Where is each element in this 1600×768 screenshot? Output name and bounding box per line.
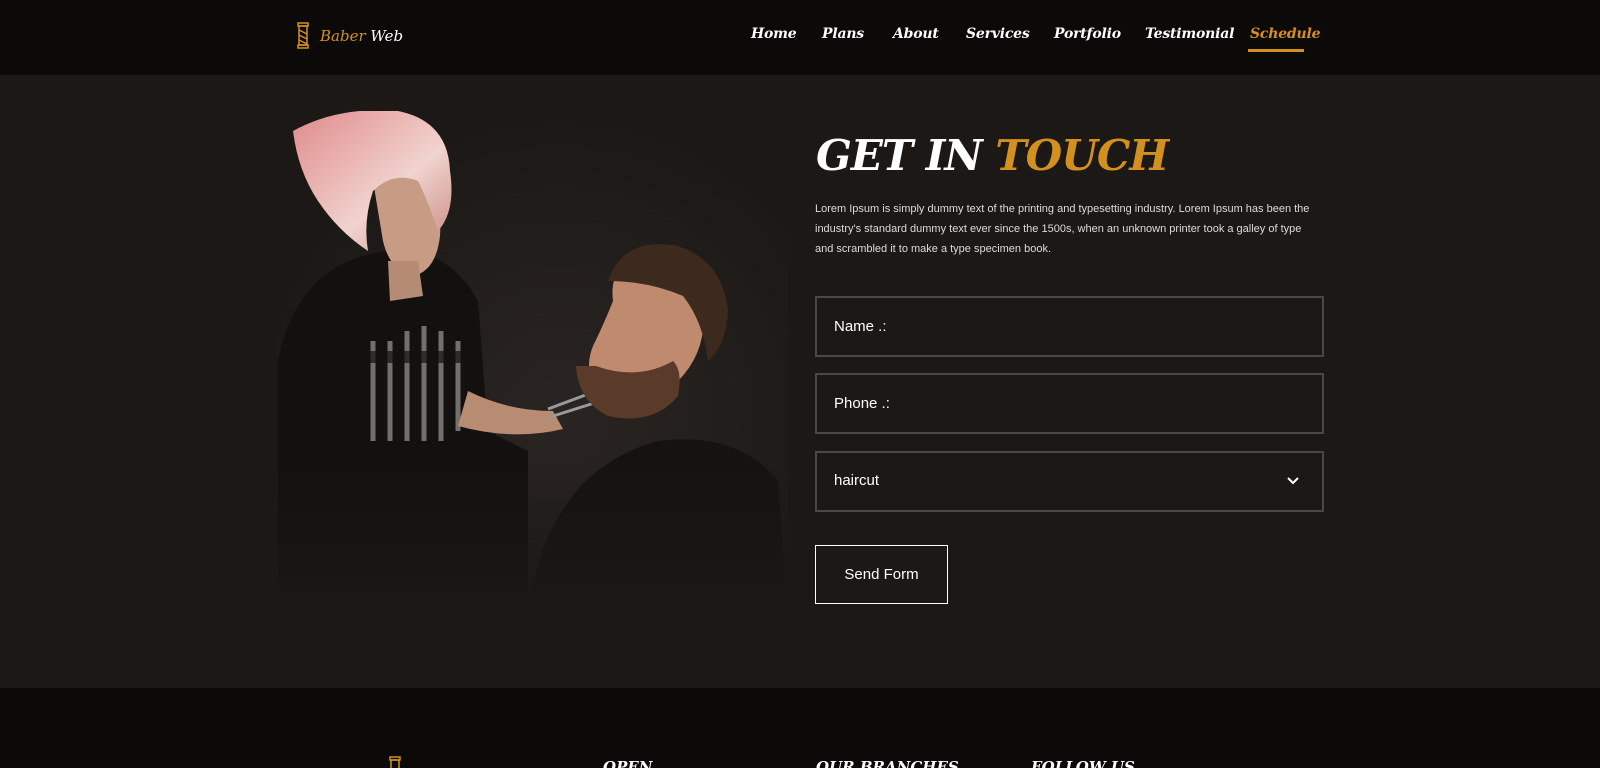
phone-input[interactable] xyxy=(817,375,1322,432)
footer-heading-open: OPEN xyxy=(603,758,653,768)
chevron-down-icon xyxy=(1287,477,1299,485)
nav-plans[interactable]: Plans xyxy=(822,26,864,42)
footer-heading-branches: OUR BRANCHES xyxy=(816,758,959,768)
nav-schedule[interactable]: Schedule xyxy=(1250,26,1321,42)
title-gold: TOUCH xyxy=(995,131,1169,180)
title-white: GET IN xyxy=(816,131,983,180)
contact-section: GET IN TOUCH Lorem Ipsum is simply dummy… xyxy=(0,75,1600,688)
phone-field xyxy=(815,373,1324,434)
nav-services[interactable]: Services xyxy=(966,26,1030,42)
name-field xyxy=(815,296,1324,357)
barber-photo xyxy=(278,111,788,616)
site-footer: OPEN OUR BRANCHES FOLLOW US xyxy=(0,688,1600,768)
active-nav-indicator xyxy=(1248,49,1304,52)
section-description: Lorem Ipsum is simply dummy text of the … xyxy=(815,203,1310,255)
nav-home[interactable]: Home xyxy=(751,26,797,42)
main-nav: Home Plans About Services Portfolio Test… xyxy=(0,26,1600,56)
service-select[interactable]: haircut xyxy=(815,451,1324,512)
nav-testimonial[interactable]: Testimonial xyxy=(1145,26,1234,42)
footer-barber-pole-icon xyxy=(389,756,401,768)
nav-portfolio[interactable]: Portfolio xyxy=(1054,26,1121,42)
send-form-button[interactable]: Send Form xyxy=(815,545,948,604)
name-input[interactable] xyxy=(817,298,1322,355)
section-title: GET IN TOUCH xyxy=(816,131,1169,180)
footer-heading-follow: FOLLOW US xyxy=(1031,758,1135,768)
nav-about[interactable]: About xyxy=(893,26,939,42)
service-selected-value: haircut xyxy=(834,472,880,489)
site-header: Baber Web Home Plans About Services Port… xyxy=(0,0,1600,75)
